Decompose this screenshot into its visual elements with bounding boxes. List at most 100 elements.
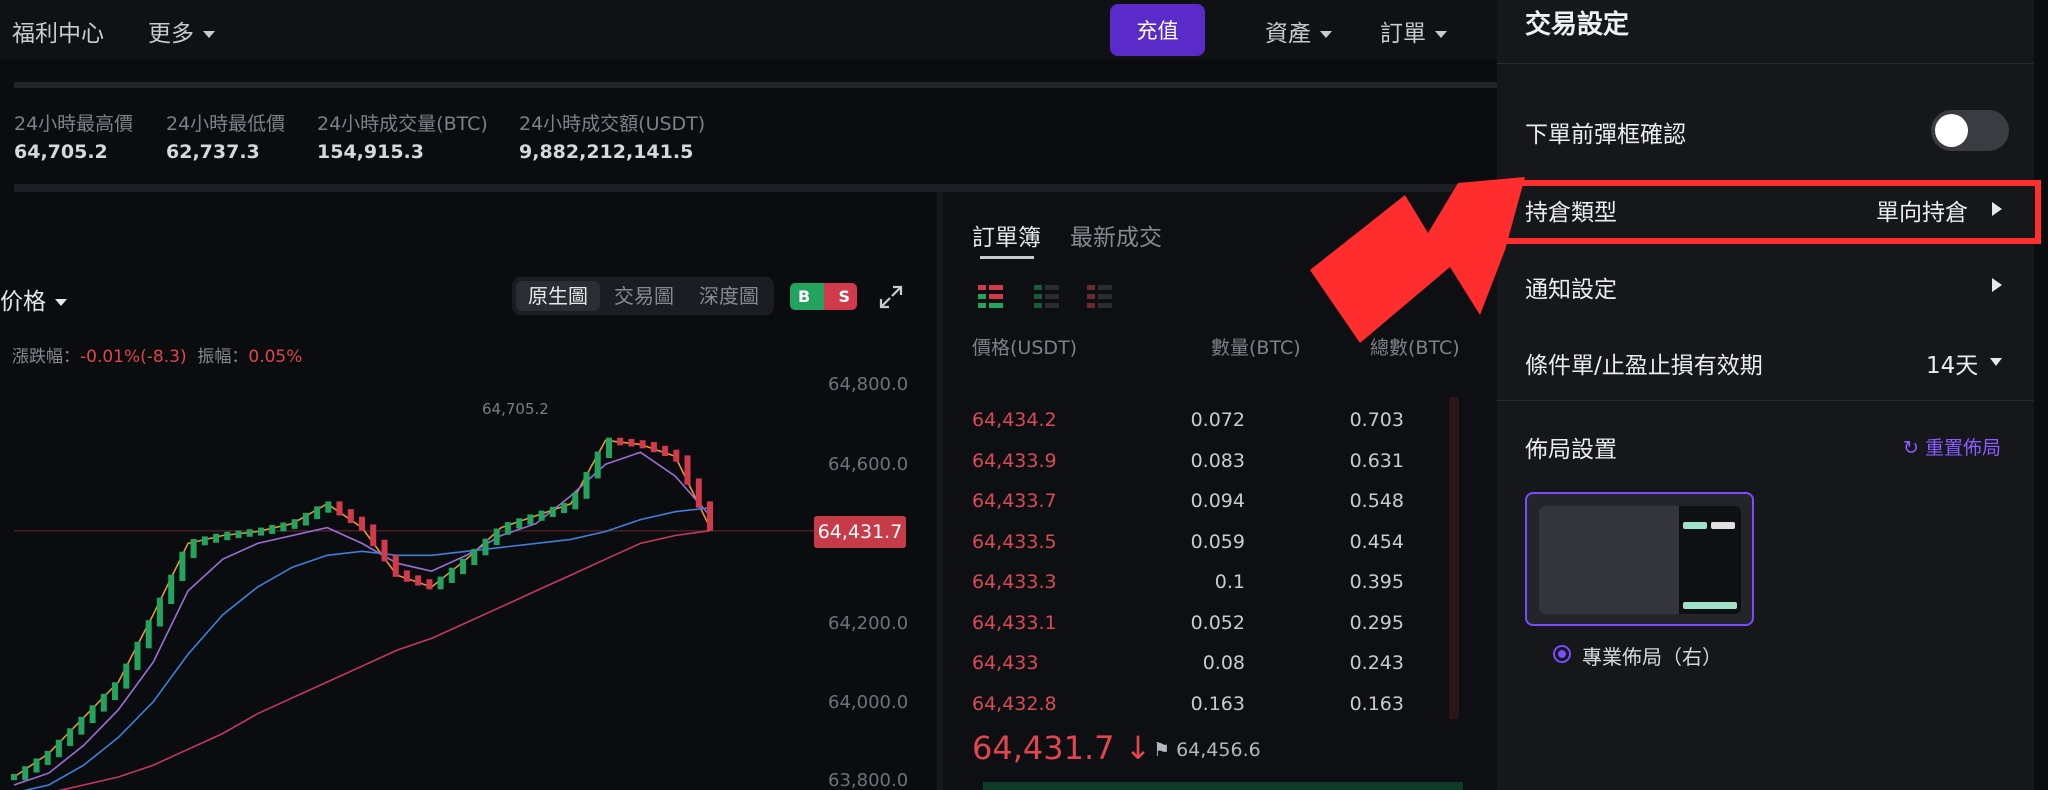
candle [359,516,365,531]
candle [392,555,399,577]
row-quantity: 0.072 [1190,409,1245,431]
candle [22,766,29,781]
candle [100,693,107,712]
row-total: 0.295 [1349,611,1404,634]
row-price: 64,433.1 [972,611,1057,634]
order-book-row[interactable]: 64,433.1 0.052 0.295 [943,612,1463,640]
order-book-row[interactable]: 64,433.9 0.083 0.631 [943,450,1463,478]
layout-preview-bar [1711,522,1735,529]
flag-icon: ⚑ [1153,739,1171,761]
layout-preview-bar [1683,602,1737,609]
condition-order-validity-value: 14天 [1926,353,1979,379]
chart-title-label: 价格 [0,289,46,315]
candle [11,773,17,781]
tab-order-book[interactable]: 訂單簿 [972,218,1041,252]
candle [336,501,343,516]
candle [112,682,118,701]
change-label: 漲跌幅： [12,347,80,367]
candle [572,492,579,510]
tab-trading-chart[interactable]: 交易圖 [602,281,686,311]
layout-option-pro-right[interactable] [1525,492,1754,626]
price-chart[interactable] [0,192,940,790]
confirm-before-order-toggle[interactable] [1931,110,2009,151]
candle [662,445,669,456]
candle [190,539,197,559]
reset-layout-button[interactable]: ↻ 重置佈局 [1903,433,2001,460]
nav-assets-label: 資產 [1265,21,1311,47]
candle [201,536,208,546]
tab-native-chart[interactable]: 原生圖 [516,281,600,311]
condition-order-validity-label: 條件單/止盈止損有效期 [1525,353,1763,379]
stat-high-label: 24小時最高價 [14,113,134,135]
reset-layout-label: 重置佈局 [1924,437,2001,459]
radio-selected-dot [1558,650,1566,658]
candle [471,548,478,566]
layout-preview-bar [1683,522,1707,529]
row-price: 64,434.2 [972,409,1057,431]
expand-icon[interactable] [878,284,904,310]
mark-price: ⚑ 64,456.6 [1153,739,1261,761]
candle [516,518,523,529]
nav-orders[interactable]: 訂單 [1380,14,1447,48]
candle [67,728,74,747]
candle [235,530,242,539]
chart-panel: 价格 原生圖 交易圖 深度圖 B S 漲跌幅：-0.01%(-8.3) 振幅：0… [0,192,940,790]
toggle-knob [1935,114,1968,147]
order-book-row[interactable]: 64,433.3 0.1 0.395 [943,571,1463,599]
candle [549,506,556,517]
row-quantity: 0.1 [1214,571,1245,593]
nav-welfare-center[interactable]: 福利中心 [12,14,104,48]
nav-assets[interactable]: 資產 [1265,14,1332,48]
order-book-row[interactable]: 64,433.7 0.094 0.548 [943,490,1463,518]
nav-more[interactable]: 更多 [148,14,215,48]
order-book-row[interactable]: 64,433 0.08 0.243 [943,652,1463,680]
order-book-row[interactable]: 64,432.8 0.163 0.163 [943,693,1463,721]
order-book-row[interactable]: 64,433.5 0.059 0.454 [943,531,1463,559]
row-price: 64,432.8 [972,692,1057,715]
candle [426,579,433,590]
tab-latest-trades[interactable]: 最新成交 [1070,218,1162,252]
candle [381,539,388,562]
confirm-before-order-label: 下單前彈框確認 [1525,122,1686,148]
candle [280,522,287,532]
refresh-icon: ↻ [1903,437,1919,459]
layout-radio[interactable] [1553,645,1571,663]
chevron-down-icon [1320,31,1332,38]
chevron-down-icon [1990,358,2002,366]
chart-title[interactable]: 价格 [0,282,67,316]
divider [14,184,1497,192]
change-info: 漲跌幅：-0.01%(-8.3) 振幅：0.05% [12,342,302,367]
candle [134,641,141,670]
row-quantity: 0.163 [1190,692,1245,715]
depth-bar [1449,397,1459,719]
y-tick: 64,600.0 [828,454,909,475]
candle [460,558,466,575]
bid-depth-bar [983,782,1463,790]
chart-series-line [23,507,711,790]
candle [448,567,455,583]
candle [168,574,175,604]
change-value: -0.01%(-8.3) [80,347,187,367]
chart-series-line [13,451,711,786]
candle [617,437,624,446]
book-asks-icon[interactable] [1086,284,1114,310]
book-bids-icon[interactable] [1033,284,1061,310]
candle [269,525,276,534]
candle [673,449,680,462]
arrow-annotation-icon [1310,177,1525,343]
order-book-row[interactable]: 64,434.2 0.072 0.703 [943,409,1463,437]
deposit-button[interactable]: 充值 [1110,4,1205,56]
row-total: 0.395 [1349,571,1404,593]
row-price: 64,433.3 [972,571,1057,593]
row-total: 0.243 [1349,652,1404,674]
row-price: 64,433.7 [972,490,1057,512]
candle [224,531,231,541]
row-quantity: 0.052 [1190,611,1245,634]
buy-sell-marker-toggle[interactable]: B S [790,283,857,310]
candle [684,455,691,485]
tab-depth-chart[interactable]: 深度圖 [688,281,770,311]
candle [258,527,264,536]
candle [213,533,220,543]
book-both-sides-icon[interactable] [977,284,1005,310]
row-total: 0.548 [1349,490,1404,512]
